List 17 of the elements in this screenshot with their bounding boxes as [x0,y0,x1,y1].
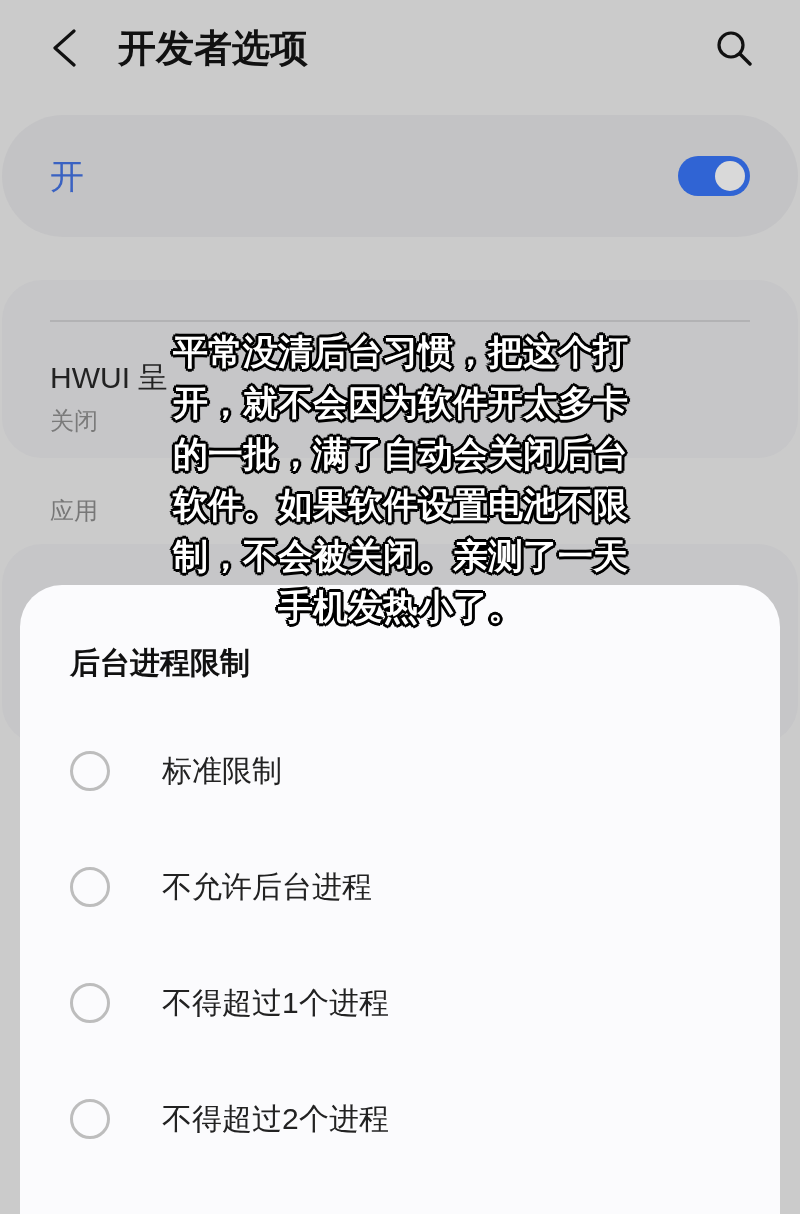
dialog-title: 后台进程限制 [70,645,250,681]
setting-title[interactable]: HWUI 呈 [50,358,169,398]
radio-button[interactable] [70,867,110,907]
toggle-switch[interactable] [678,156,750,196]
chevron-left-icon[interactable] [52,29,76,67]
radio-button[interactable] [70,751,110,791]
option-label[interactable]: 不得超过2个进程 [162,1101,389,1137]
section-label: 应用 [50,497,98,524]
page-title: 开发者选项 [118,29,308,67]
option-label[interactable]: 不允许后台进程 [162,869,372,905]
radio-button[interactable] [70,983,110,1023]
search-icon[interactable] [716,30,752,66]
radio-button[interactable] [70,1099,110,1139]
setting-value: 关闭 [50,406,98,436]
option-label[interactable]: 标准限制 [162,753,282,789]
option-label[interactable]: 不得超过1个进程 [162,985,389,1021]
switch-label: 开 [50,159,84,193]
